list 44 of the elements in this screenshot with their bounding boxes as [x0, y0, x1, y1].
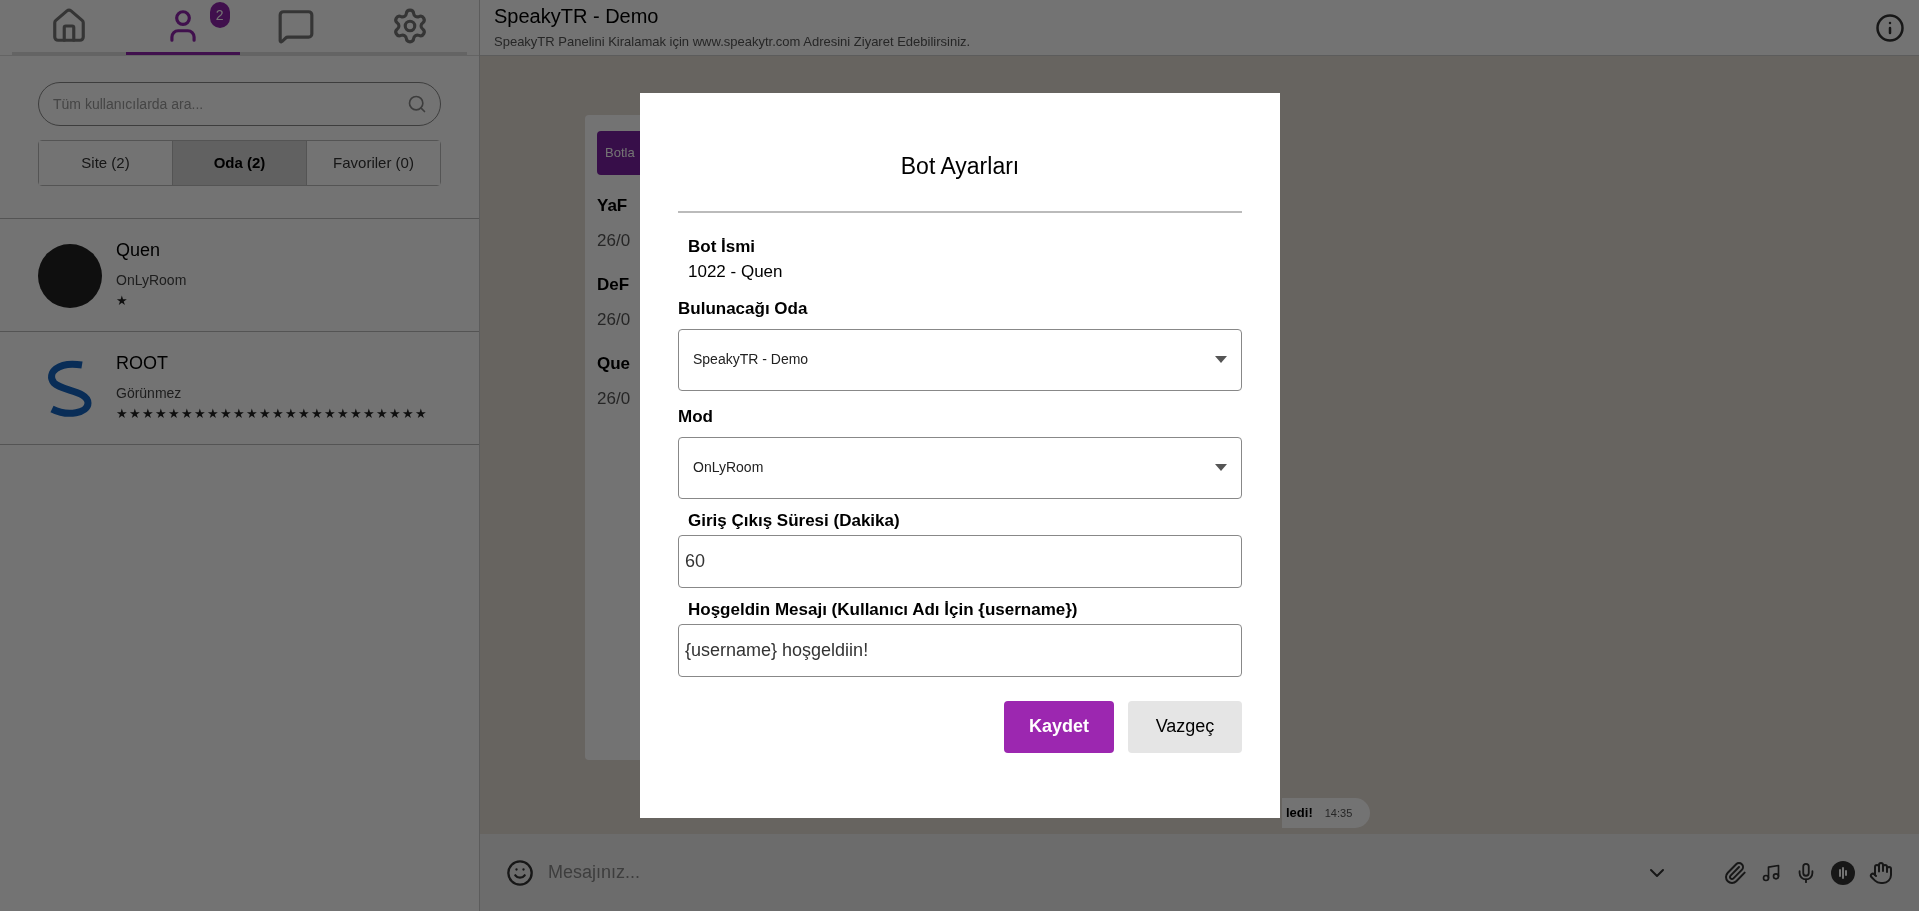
text-input[interactable]: 60 — [678, 534, 1242, 588]
search-icon — [407, 94, 427, 114]
filter-tab[interactable]: Site (2) — [39, 141, 173, 185]
paperclip-icon[interactable] — [1723, 860, 1747, 885]
filter-tab[interactable]: Oda (2) — [173, 141, 307, 185]
hand-icon[interactable] — [1869, 860, 1893, 885]
bot-name: YaF — [597, 194, 629, 217]
user-name: ROOT — [116, 352, 169, 375]
user-name: Quen — [116, 239, 162, 262]
chat-title: SpeakyTR - Demo — [494, 3, 660, 28]
user-list-item[interactable]: ROOT Görünmez ★★★★★★★★★★★★★★★★★★★★★★★★ — [0, 331, 479, 445]
chat-icon — [277, 7, 316, 45]
cancel-button[interactable]: Vazgeç — [1128, 700, 1242, 753]
save-button[interactable]: Kaydet — [1004, 700, 1114, 753]
music-note-icon[interactable] — [1761, 862, 1781, 883]
badge: 2 — [209, 2, 230, 28]
rank-stars: ★★★★★★★★★★★★★★★★★★★★★★★★ — [116, 406, 428, 422]
bot-date: 26/0 — [597, 388, 632, 410]
field-label: Giriş Çıkış Süresi (Dakika) — [687, 510, 901, 531]
tab-button[interactable]: Botla — [597, 131, 640, 175]
dialog-title: Bot Ayarları — [899, 152, 1021, 181]
text-input[interactable]: {username} hoşgeldiin! — [678, 623, 1242, 677]
user-status: OnLyRoom — [116, 271, 187, 290]
bot-name: Que — [597, 352, 632, 375]
bot-date: 26/0 — [597, 230, 632, 252]
bot-name-value: 1022 - Quen — [688, 260, 784, 283]
emoji-icon[interactable] — [506, 858, 534, 887]
user-status: Görünmez — [116, 384, 183, 403]
chat-subtitle: SpeakyTR Panelini Kiralamak için www.speakytr.com Adresini Ziyaret Edebilirsiniz. — [494, 32, 972, 51]
rank-stars: ★ — [116, 293, 130, 309]
message-time: 14:35 — [1324, 805, 1353, 821]
select-field[interactable]: OnLyRoom — [678, 436, 1242, 499]
info-icon[interactable] — [1875, 12, 1905, 43]
bot-name: DeF — [597, 273, 631, 296]
dropdown-caret-icon — [1215, 356, 1227, 363]
field-label: Hoşgeldin Mesajı (Kullanıcı Adı İçin {username}) — [687, 599, 1079, 620]
field-label: Bot İsmi — [688, 236, 757, 257]
dropdown-caret-icon — [1215, 464, 1227, 471]
sound-wave-icon[interactable] — [1831, 860, 1855, 885]
message-text: ledi! — [1286, 804, 1313, 823]
field-label: Mod — [678, 406, 714, 427]
bot-date: 26/0 — [597, 309, 632, 331]
field-label: Bulunacağı Oda — [678, 298, 809, 319]
select-field[interactable]: SpeakyTR - Demo — [678, 328, 1242, 391]
